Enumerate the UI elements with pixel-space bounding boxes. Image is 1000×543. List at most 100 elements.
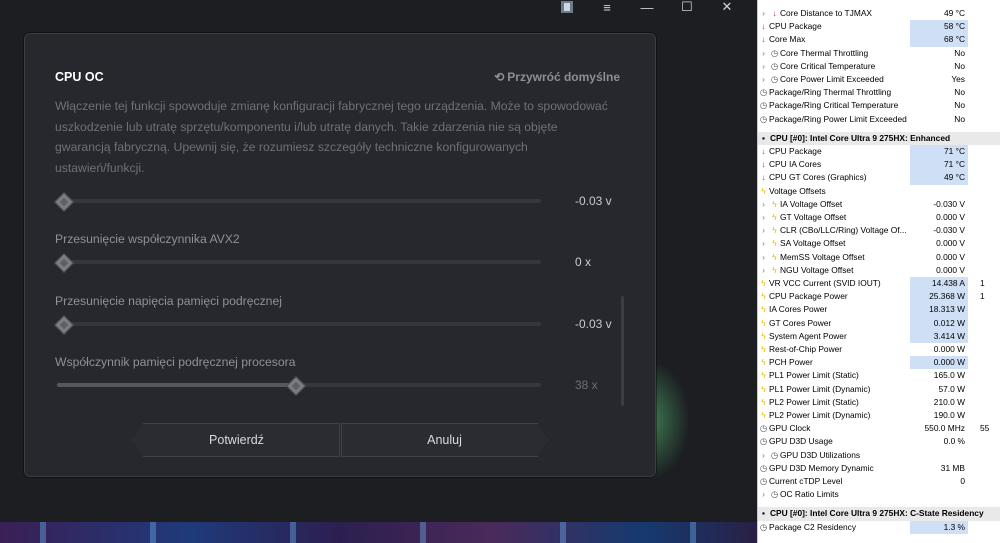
sensor-row[interactable]: › ϟ GT Voltage Offset 0.000 V	[758, 211, 1000, 224]
lightning-icon: ϟ	[772, 238, 777, 249]
app-avatar-icon[interactable]	[559, 0, 575, 14]
setting-slider-1[interactable]	[57, 260, 541, 264]
setting-slider-0[interactable]	[57, 199, 541, 203]
thermometer-icon: ↓	[772, 8, 777, 18]
setting-slider-thumb-0[interactable]	[54, 192, 74, 212]
minimize-button[interactable]: —	[639, 0, 655, 15]
sensor-name: IA Voltage Offset	[780, 198, 843, 209]
sensor-row[interactable]: ↓ Core Max 68 °C	[758, 33, 1000, 47]
sensor-row[interactable]: ϟ Rest-of-Chip Power 0.000 W	[758, 343, 1000, 356]
sensor-value: 1.3 %	[910, 520, 968, 534]
sensor-row[interactable]: ◷ GPU D3D Memory Dynamic 31 MB	[758, 462, 1000, 475]
sensor-row[interactable]: › ϟ IA Voltage Offset -0.030 V	[758, 198, 1000, 211]
dialog-title: CPU OC	[55, 70, 104, 84]
sensor-row[interactable]: ◷ Package/Ring Power Limit Exceeded No	[758, 113, 1000, 126]
lightning-icon: ϟ	[761, 344, 766, 354]
expand-arrow-icon[interactable]: ›	[759, 47, 768, 60]
thermometer-icon: ↓	[761, 21, 766, 32]
sensor-row[interactable]: ◷ Current cTDP Level 0	[758, 475, 1000, 488]
sensor-row[interactable]: › ◷ Core Power Limit Exceeded Yes	[758, 73, 1000, 86]
sensor-row[interactable]: ϟ PL2 Power Limit (Dynamic) 190.0 W	[758, 409, 1000, 422]
section-title: CPU [#0]: Intel Core Ultra 9 275HX: C-St…	[770, 508, 984, 519]
expand-arrow-icon[interactable]: ›	[759, 211, 768, 224]
setting-slider-thumb-1[interactable]	[54, 253, 74, 273]
sensor-row[interactable]: ↓ CPU Package 71 °C	[758, 145, 1000, 159]
chip-icon: ▪	[762, 132, 765, 143]
desktop-wallpaper-strip	[0, 522, 757, 543]
sensor-row[interactable]: ϟ CPU Package Power 25.368 W 1	[758, 290, 1000, 304]
maximize-button[interactable]: ☐	[679, 0, 695, 14]
expand-arrow-icon[interactable]: ›	[759, 237, 768, 250]
sensor-name: SA Voltage Offset	[780, 238, 846, 249]
dialog-scrollbar[interactable]	[621, 296, 624, 406]
sensor-name: Core Power Limit Exceeded	[780, 74, 884, 84]
sensor-row[interactable]: › ↓ Core Distance to TJMAX 49 °C	[758, 7, 1000, 20]
sensor-row[interactable]: › ◷ OC Ratio Limits	[758, 488, 1000, 501]
sensor-row[interactable]: ◷ Package/Ring Thermal Throttling No	[758, 86, 1000, 99]
menu-icon[interactable]: ≡	[599, 0, 615, 15]
close-button[interactable]: ✕	[719, 0, 735, 14]
sensor-section-header[interactable]: ▪ CPU [#0]: Intel Core Ultra 9 275HX: Enh…	[758, 131, 1000, 145]
sensor-row[interactable]: ϟ PCH Power 0.000 W	[758, 356, 1000, 370]
reset-defaults-button[interactable]: ⟲ Przywróć domyślne	[494, 70, 620, 84]
expand-arrow-icon[interactable]: ›	[759, 449, 768, 462]
lightning-icon: ϟ	[761, 410, 766, 420]
sensor-value: 550.0 MHz	[924, 423, 966, 434]
sensor-row[interactable]: › ϟ NGU Voltage Offset 0.000 V	[758, 264, 1000, 277]
lightning-icon: ϟ	[772, 198, 777, 209]
sensor-section-header[interactable]: ▪ CPU [#0]: Intel Core Ultra 9 275HX: C-S…	[758, 507, 1000, 521]
sensor-row[interactable]: ◷ GPU Clock 550.0 MHz 55	[758, 422, 1000, 435]
sensor-row[interactable]: ϟ System Agent Power 3.414 W	[758, 329, 1000, 343]
sensor-row[interactable]: › ◷ Core Thermal Throttling No	[758, 47, 1000, 60]
reset-icon: ⟲	[494, 70, 505, 84]
cancel-button[interactable]: Anuluj	[341, 423, 548, 457]
expand-arrow-icon[interactable]: ›	[759, 7, 768, 20]
expand-arrow-icon[interactable]: ›	[759, 488, 768, 501]
sensor-min-value: 55	[980, 423, 990, 434]
expand-arrow-icon[interactable]: ›	[759, 251, 768, 264]
sensor-row[interactable]: ϟ IA Cores Power 18.313 W	[758, 303, 1000, 317]
expand-arrow-icon[interactable]: ›	[759, 198, 768, 211]
sensor-value: 49 °C	[943, 8, 965, 18]
sensor-row[interactable]: ↓ CPU Package 58 °C	[758, 20, 1000, 34]
setting-slider-thumb-3[interactable]	[286, 376, 306, 396]
expand-arrow-icon[interactable]: ›	[759, 264, 768, 277]
thermometer-icon: ↓	[761, 172, 766, 183]
sensor-value: 0.000 V	[936, 212, 965, 222]
reset-label: Przywróć domyślne	[507, 70, 620, 84]
expand-arrow-icon[interactable]: ›	[759, 73, 768, 86]
sensor-name: Rest-of-Chip Power	[769, 344, 843, 354]
clock-icon: ◷	[759, 87, 768, 98]
clock-icon: ◷	[759, 423, 768, 434]
sensor-row[interactable]: ϟ PL2 Power Limit (Static) 210.0 W	[758, 396, 1000, 409]
sensor-value: 57.0 W	[938, 383, 965, 394]
sensor-row[interactable]: ↓ CPU IA Cores 71 °C	[758, 158, 1000, 172]
warning-text: Włączenie tej funkcji spowoduje zmianę k…	[55, 99, 608, 175]
sensor-row[interactable]: › ϟ MemSS Voltage Offset 0.000 V	[758, 251, 1000, 264]
sensor-row[interactable]: ↓ CPU GT Cores (Graphics) 49 °C	[758, 171, 1000, 185]
sensor-row[interactable]: › ◷ Core Critical Temperature No	[758, 60, 1000, 73]
sensor-name: CPU Package	[769, 146, 822, 156]
thermometer-icon: ↓	[761, 34, 766, 45]
sensor-row[interactable]: ◷ Package/Ring Critical Temperature No	[758, 99, 1000, 112]
sensor-row[interactable]: ◷ GPU D3D Usage 0.0 %	[758, 435, 1000, 448]
sensor-name: NGU Voltage Offset	[780, 264, 854, 275]
sensor-row[interactable]: › ϟ SA Voltage Offset 0.000 V	[758, 237, 1000, 250]
setting-slider-2[interactable]	[57, 322, 541, 326]
sensor-row[interactable]: ϟ Voltage Offsets	[758, 185, 1000, 198]
sensor-row[interactable]: ◷ Package C2 Residency 1.3 %	[758, 520, 1000, 534]
sensor-name: System Agent Power	[769, 330, 847, 341]
sensor-row[interactable]: ϟ PL1 Power Limit (Static) 165.0 W	[758, 369, 1000, 382]
sensor-row[interactable]: ϟ PL1 Power Limit (Dynamic) 57.0 W	[758, 383, 1000, 396]
sensor-row[interactable]: ϟ GT Cores Power 0.012 W	[758, 316, 1000, 330]
sensor-row[interactable]: ϟ VR VCC Current (SVID IOUT) 14.438 A 1	[758, 277, 1000, 291]
expand-arrow-icon[interactable]: ›	[759, 224, 768, 237]
sensor-name: CPU IA Cores	[769, 159, 822, 170]
expand-arrow-icon[interactable]: ›	[759, 60, 768, 73]
confirm-button[interactable]: Potwierdź	[133, 423, 340, 457]
setting-slider-thumb-2[interactable]	[54, 315, 74, 335]
sensor-row[interactable]: › ϟ CLR (CBo/LLC/Ring) Voltage Of... -0.030…	[758, 224, 1000, 237]
sensor-row[interactable]: › ◷ GPU D3D Utilizations	[758, 449, 1000, 462]
sensor-value: 14.438 A	[910, 277, 968, 291]
sensor-value: 0.000 W	[933, 344, 965, 354]
